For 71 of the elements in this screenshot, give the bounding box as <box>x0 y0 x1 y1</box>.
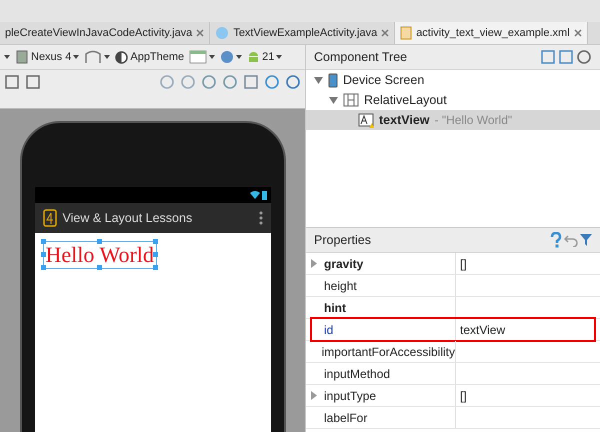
property-row[interactable]: height <box>306 275 600 297</box>
resize-handle[interactable] <box>40 265 46 270</box>
resize-handle[interactable] <box>40 252 46 257</box>
property-row[interactable]: inputType [] <box>306 385 600 407</box>
caret-icon <box>4 55 10 59</box>
caret-icon <box>209 55 216 59</box>
property-value: [] <box>459 388 468 402</box>
wifi-icon <box>250 191 260 199</box>
editor-tab[interactable]: activity_text_view_example.xml <box>395 22 588 44</box>
theme-icon <box>115 50 128 64</box>
close-icon[interactable] <box>196 29 204 37</box>
resize-handle[interactable] <box>152 265 158 270</box>
resize-handle[interactable] <box>40 239 46 244</box>
property-value: textView <box>459 322 506 336</box>
app-title: View & Layout Lessons <box>62 211 194 225</box>
property-name: inputMethod <box>324 366 390 380</box>
api-level-dropdown[interactable]: 21 <box>247 50 282 64</box>
device-dropdown[interactable]: Nexus 4 <box>15 50 80 64</box>
collapsed-arrow-icon[interactable] <box>310 259 318 268</box>
property-name: importantForAccessibility <box>322 344 455 358</box>
theme-button[interactable]: AppTheme <box>115 50 184 64</box>
selected-text-view[interactable]: Hello World <box>42 241 157 269</box>
caret-icon <box>104 55 110 59</box>
class-icon <box>215 26 230 40</box>
resize-handle[interactable] <box>96 265 102 270</box>
expanded-arrow-icon[interactable] <box>329 96 338 104</box>
caret-icon <box>276 55 282 59</box>
resize-handle[interactable] <box>96 239 102 244</box>
collapsed-arrow-icon[interactable] <box>310 391 318 400</box>
property-row[interactable]: inputMethod <box>306 363 600 385</box>
layout-icon <box>343 93 359 107</box>
close-icon[interactable] <box>381 29 390 37</box>
phone-icon <box>328 72 338 88</box>
activity-dropdown[interactable] <box>189 50 216 64</box>
window-icon <box>189 50 208 64</box>
battery-icon <box>262 190 266 200</box>
close-icon[interactable] <box>574 29 582 37</box>
property-name: hint <box>324 300 346 314</box>
undo-icon[interactable] <box>564 233 578 247</box>
orientation-dropdown[interactable] <box>84 50 110 64</box>
phone-icon <box>15 50 29 64</box>
caret-icon <box>236 55 242 59</box>
panel-title: Properties <box>314 233 371 247</box>
filter-icon[interactable] <box>580 234 592 246</box>
help-icon[interactable] <box>550 232 562 248</box>
property-row[interactable]: importantForAccessibility <box>306 341 600 363</box>
file-icon <box>400 26 412 40</box>
tree-item[interactable]: RelativeLayout <box>306 90 600 110</box>
property-value: [] <box>459 256 468 270</box>
property-row[interactable]: hint <box>306 297 600 319</box>
property-name: labelFor <box>324 410 368 424</box>
caret-icon <box>73 55 80 59</box>
locale-dropdown[interactable] <box>220 50 242 64</box>
tree-item[interactable]: textView - "Hello World" <box>306 110 600 130</box>
property-row[interactable]: gravity [] <box>306 253 600 275</box>
expanded-arrow-icon[interactable] <box>314 76 323 84</box>
resize-handle[interactable] <box>152 252 158 257</box>
app-icon <box>42 209 56 227</box>
property-name: inputType <box>324 388 376 402</box>
android-icon <box>247 50 260 64</box>
globe-icon <box>220 50 234 64</box>
property-row[interactable]: id textView <box>306 319 600 341</box>
text-view-icon <box>358 112 374 128</box>
property-name: height <box>324 278 357 292</box>
property-row[interactable]: labelFor <box>306 407 600 429</box>
panel-title: Component Tree <box>314 50 408 64</box>
property-name: id <box>324 322 334 336</box>
resize-handle[interactable] <box>152 239 158 244</box>
property-name: gravity <box>324 256 364 270</box>
tree-item[interactable]: Device Screen <box>306 70 600 90</box>
overflow-menu-icon[interactable] <box>258 211 262 225</box>
